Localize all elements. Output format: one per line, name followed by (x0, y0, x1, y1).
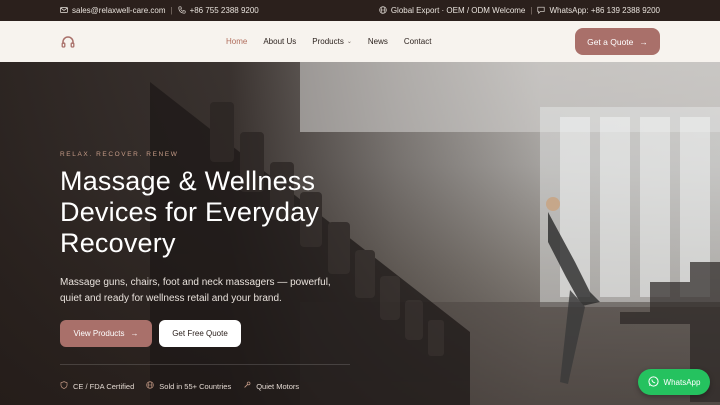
top-contact-bar: sales@relaxwell-care.com | +86 755 2388 … (0, 0, 720, 21)
phone-icon (178, 5, 186, 16)
topbar-phone[interactable]: +86 755 2388 9200 (190, 6, 259, 15)
nav-item-about[interactable]: About Us (263, 37, 296, 46)
mail-icon (60, 6, 68, 16)
topbar-export-note: Global Export · OEM / ODM Welcome (390, 6, 526, 15)
nav-item-home[interactable]: Home (226, 37, 247, 46)
shield-icon (60, 381, 68, 391)
topbar-right: Global Export · OEM / ODM Welcome | What… (379, 5, 660, 16)
nav-item-products-label: Products (312, 37, 344, 46)
topbar-email[interactable]: sales@relaxwell-care.com (72, 6, 165, 15)
hero-features: CE / FDA Certified Sold in 55+ Countries… (60, 381, 299, 391)
whatsapp-label: WhatsApp (663, 377, 701, 387)
topbar-separator: | (170, 6, 173, 15)
feature-label: CE / FDA Certified (73, 381, 135, 391)
nav-item-news[interactable]: News (368, 37, 388, 46)
view-products-label: View Products (73, 329, 125, 338)
hero-divider (60, 364, 350, 365)
feature-label: Quiet Motors (256, 381, 300, 391)
hero-headline: Massage & Wellness Devices for Everyday … (60, 166, 320, 258)
chevron-down-icon: ⌄ (346, 39, 352, 45)
chat-icon (537, 6, 545, 16)
topbar-left: sales@relaxwell-care.com | +86 755 2388 … (60, 5, 259, 16)
whatsapp-icon (647, 375, 659, 389)
get-free-quote-button[interactable]: Get Free Quote (159, 320, 241, 347)
main-navbar: Home About Us Products ⌄ News Contact Ge… (0, 21, 720, 62)
nav-item-products[interactable]: Products ⌄ (312, 37, 352, 46)
wrench-icon (243, 381, 251, 391)
get-a-quote-label: Get a Quote (587, 36, 634, 47)
feature-item: Quiet Motors (243, 381, 299, 391)
nav-menu: Home About Us Products ⌄ News Contact (226, 21, 447, 62)
hero-section: RELAX. RECOVER. RENEW Massage & Wellness… (0, 62, 720, 405)
globe-icon (146, 381, 154, 391)
headphones-logo-icon[interactable] (60, 34, 76, 50)
feature-item: CE / FDA Certified (60, 381, 134, 391)
feature-label: Sold in 55+ Countries (159, 381, 232, 391)
get-a-quote-button[interactable]: Get a Quote → (575, 28, 660, 55)
nav-item-contact[interactable]: Contact (404, 37, 432, 46)
hero-eyebrow: RELAX. RECOVER. RENEW (60, 151, 179, 158)
globe-icon (379, 5, 387, 16)
topbar-separator: | (530, 6, 533, 15)
arrow-right-icon: → (130, 329, 139, 338)
feature-item: Sold in 55+ Countries (146, 381, 231, 391)
hero-subtitle: Massage guns, chairs, foot and neck mass… (60, 277, 331, 304)
whatsapp-floating-button[interactable]: WhatsApp (638, 369, 710, 395)
view-products-button[interactable]: View Products → (60, 320, 152, 347)
arrow-right-icon: → (639, 36, 648, 47)
topbar-whatsapp[interactable]: WhatsApp: +86 139 2388 9200 (549, 6, 660, 15)
